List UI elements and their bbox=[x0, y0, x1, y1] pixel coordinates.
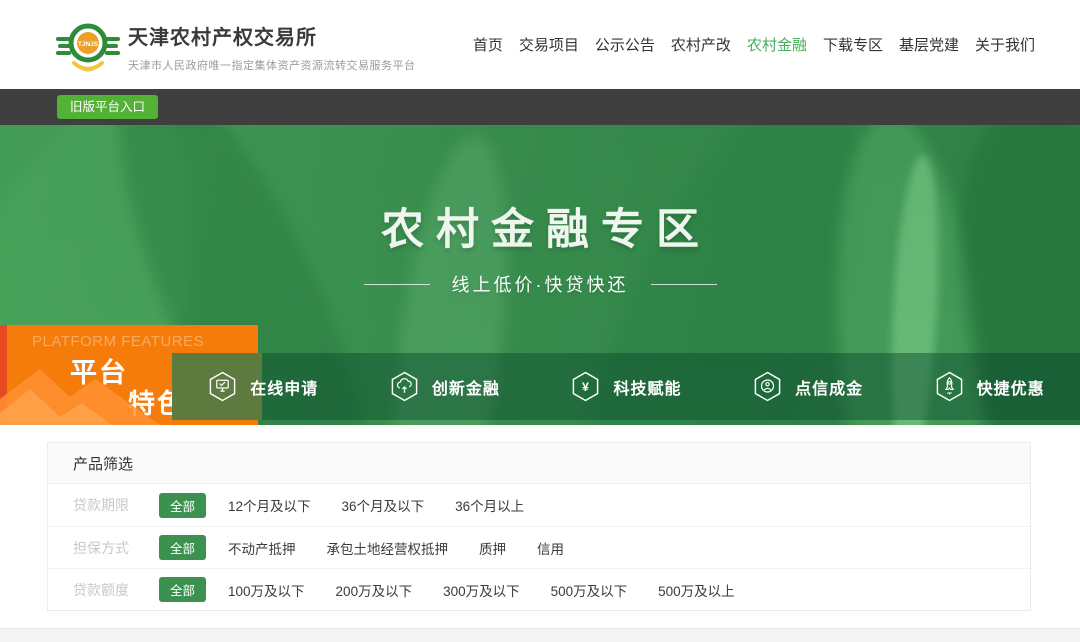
filter-option[interactable]: 12个月及以下 bbox=[228, 495, 311, 515]
filter-card-title: 产品筛选 bbox=[48, 443, 1030, 484]
filter-rows: 贷款期限全部12个月及以下36个月及以下36个月以上担保方式全部不动产抵押承包土… bbox=[48, 484, 1030, 610]
filter-all-button[interactable]: 全部 bbox=[159, 577, 206, 602]
rocket-icon bbox=[934, 371, 965, 402]
tab-label: 点信成金 bbox=[795, 375, 863, 399]
nav-item-rural-reform[interactable]: 农村产改 bbox=[671, 34, 731, 55]
page: TJNJS 天津农村产权交易所 天津市人民政府唯一指定集体资产资源流转交易服务平… bbox=[0, 0, 1080, 642]
nav-item-download-zone[interactable]: 下载专区 bbox=[823, 34, 883, 55]
filter-option[interactable]: 300万及以下 bbox=[443, 580, 520, 600]
header: TJNJS 天津农村产权交易所 天津市人民政府唯一指定集体资产资源流转交易服务平… bbox=[0, 0, 1080, 89]
tab-quick-discount[interactable]: 快捷优惠 bbox=[898, 353, 1080, 420]
tab-online-apply[interactable]: 在线申请 bbox=[172, 353, 354, 420]
site-subtitle: 天津市人民政府唯一指定集体资产资源流转交易服务平台 bbox=[128, 57, 416, 73]
tab-label: 创新金融 bbox=[432, 375, 500, 399]
feature-tabbar: 在线申请 创新金融 ¥ 科技赋能 点信成金 快捷优惠 bbox=[172, 353, 1080, 420]
filter-options: 12个月及以下 36个月及以下 36个月以上 bbox=[228, 495, 524, 515]
filter-option[interactable]: 100万及以下 bbox=[228, 580, 305, 600]
banner-subtitle-row: 线上低价·快贷快还 bbox=[0, 271, 1080, 297]
logo-emblem-icon: TJNJS bbox=[56, 15, 120, 77]
filter-option[interactable]: 质押 bbox=[479, 538, 506, 558]
site-title: 天津农村产权交易所 bbox=[128, 21, 416, 50]
footer-strip bbox=[0, 628, 1080, 642]
filter-option[interactable]: 36个月及以下 bbox=[342, 495, 425, 515]
nav-item-trade-projects[interactable]: 交易项目 bbox=[519, 34, 579, 55]
nav-item-about-us[interactable]: 关于我们 bbox=[975, 34, 1035, 55]
product-filter-card: 产品筛选 贷款期限全部12个月及以下36个月及以下36个月以上担保方式全部不动产… bbox=[47, 442, 1031, 611]
topbar: 旧版平台入口 bbox=[0, 89, 1080, 125]
nav-item-rural-finance[interactable]: 农村金融 bbox=[747, 34, 807, 55]
site-logo[interactable]: TJNJS bbox=[56, 15, 120, 77]
filter-row-guarantee-type: 担保方式全部 不动产抵押 承包土地经营权抵押 质押 信用 bbox=[48, 526, 1030, 568]
subtitle-line-right bbox=[651, 284, 717, 285]
features-eyebrow: PLATFORM FEATURES bbox=[32, 333, 204, 350]
filter-option[interactable]: 500万及以上 bbox=[658, 580, 735, 600]
svg-text:TJNJS: TJNJS bbox=[78, 41, 99, 48]
svg-text:¥: ¥ bbox=[583, 380, 590, 394]
nav-item-party-building[interactable]: 基层党建 bbox=[899, 34, 959, 55]
filter-options: 100万及以下 200万及以下 300万及以下 500万及以下 500万及以上 bbox=[228, 580, 735, 600]
coin-person-icon bbox=[752, 371, 783, 402]
filter-all-button[interactable]: 全部 bbox=[159, 493, 206, 518]
filter-option[interactable]: 36个月以上 bbox=[455, 495, 524, 515]
tab-credit-to-gold[interactable]: 点信成金 bbox=[717, 353, 899, 420]
filter-option[interactable]: 200万及以下 bbox=[336, 580, 413, 600]
filter-label: 担保方式 bbox=[73, 538, 159, 558]
nav-item-home[interactable]: 首页 bbox=[473, 34, 503, 55]
nav-item-public-notice[interactable]: 公示公告 bbox=[595, 34, 655, 55]
mountain-decoration-icon bbox=[0, 363, 170, 425]
banner-subtitle: 线上低价·快贷快还 bbox=[452, 271, 629, 297]
tab-innovative-finance[interactable]: 创新金融 bbox=[354, 353, 536, 420]
filter-label: 贷款额度 bbox=[73, 580, 159, 600]
filter-options: 不动产抵押 承包土地经营权抵押 质押 信用 bbox=[228, 538, 564, 558]
filter-option[interactable]: 承包土地经营权抵押 bbox=[327, 538, 449, 558]
brand-block: 天津农村产权交易所 天津市人民政府唯一指定集体资产资源流转交易服务平台 bbox=[128, 21, 416, 73]
banner-title: 农村金融专区 bbox=[0, 195, 1080, 257]
subtitle-line-left bbox=[364, 284, 430, 285]
old-platform-entry-button[interactable]: 旧版平台入口 bbox=[57, 95, 158, 119]
filter-row-loan-term: 贷款期限全部 12个月及以下 36个月及以下 36个月以上 bbox=[48, 484, 1030, 526]
monitor-check-icon bbox=[207, 371, 238, 402]
cloud-upload-icon bbox=[389, 371, 420, 402]
filter-row-loan-amount: 贷款额度全部 100万及以下 200万及以下 300万及以下 500万及以下 500万及以… bbox=[48, 568, 1030, 610]
tab-label: 科技赋能 bbox=[613, 375, 681, 399]
tab-label: 在线申请 bbox=[250, 375, 318, 399]
main-nav: 首页交易项目公示公告农村产改农村金融下载专区基层党建关于我们 bbox=[473, 0, 1035, 89]
filter-label: 贷款期限 bbox=[73, 495, 159, 515]
yuan-sign-icon: ¥ bbox=[570, 371, 601, 402]
filter-option[interactable]: 500万及以下 bbox=[551, 580, 628, 600]
filter-all-button[interactable]: 全部 bbox=[159, 535, 206, 560]
tab-label: 快捷优惠 bbox=[977, 375, 1045, 399]
filter-option[interactable]: 不动产抵押 bbox=[228, 538, 296, 558]
filter-option[interactable]: 信用 bbox=[537, 538, 564, 558]
tab-tech-empower[interactable]: ¥ 科技赋能 bbox=[535, 353, 717, 420]
